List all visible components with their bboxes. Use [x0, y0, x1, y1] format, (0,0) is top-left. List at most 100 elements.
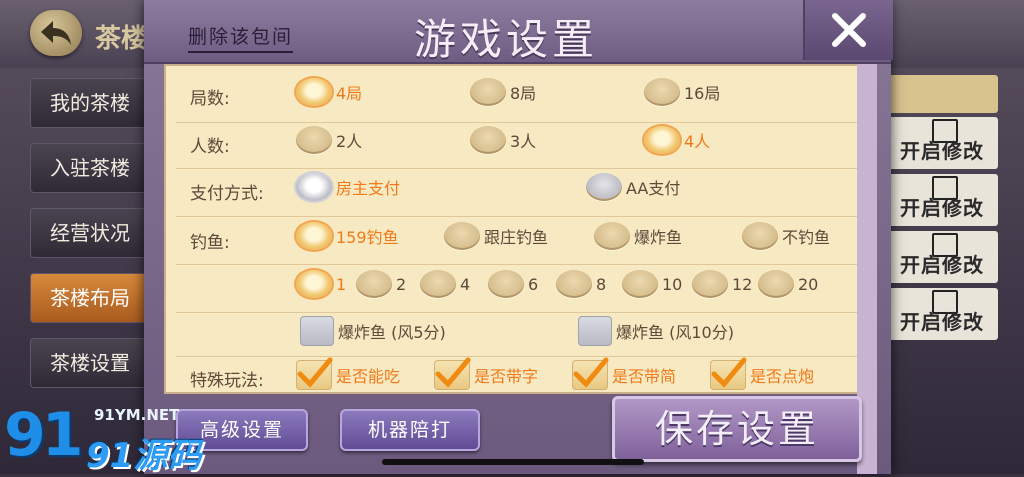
right-panel: 开启修改 开启修改 开启修改 开启修改 — [880, 75, 998, 470]
checkbox-checked-icon — [710, 357, 747, 390]
radio-icon — [556, 270, 592, 298]
radio-icon — [644, 78, 680, 106]
option-label: 12 — [732, 274, 753, 294]
players-option-4[interactable]: 4人 — [644, 126, 710, 154]
rounds-option-4[interactable]: 4局 — [296, 78, 362, 106]
bomb-fish-10-checkbox[interactable]: 爆炸鱼 (风10分) — [578, 316, 734, 346]
divider — [176, 168, 866, 169]
page-title: 茶楼 — [95, 24, 148, 54]
watermark-logo: 91 91YM.NET 91源码 — [0, 400, 210, 476]
radio-icon — [586, 173, 622, 201]
edit-row[interactable]: 开启修改 — [880, 288, 998, 340]
menu-teahouse-layout[interactable]: 茶楼布局 — [30, 273, 152, 323]
radio-icon — [444, 222, 480, 250]
menu-join-teahouse[interactable]: 入驻茶楼 — [30, 143, 152, 193]
home-indicator[interactable] — [382, 459, 644, 465]
special-option-simple[interactable]: 是否带简 — [572, 357, 676, 390]
right-panel-header — [880, 75, 998, 113]
radio-icon — [622, 270, 658, 298]
back-button[interactable] — [30, 10, 82, 56]
edit-label: 开启修改 — [900, 139, 984, 163]
fish-count-option-6[interactable]: 6 — [488, 270, 538, 298]
edit-label: 开启修改 — [900, 253, 984, 277]
fishing-option-follow[interactable]: 跟庄钓鱼 — [444, 222, 548, 250]
special-label: 特殊玩法: — [190, 371, 264, 391]
rounds-label: 局数: — [190, 89, 230, 109]
fish-count-option-8[interactable]: 8 — [556, 270, 606, 298]
radio-icon — [742, 222, 778, 250]
edit-label: 开启修改 — [900, 196, 984, 220]
fish-count-option-12[interactable]: 12 — [692, 270, 752, 298]
radio-icon — [296, 126, 332, 154]
rounds-option-16[interactable]: 16局 — [644, 78, 720, 106]
fishing-option-none[interactable]: 不钓鱼 — [742, 222, 830, 250]
fishing-option-159[interactable]: 159钓鱼 — [296, 222, 399, 250]
option-label: 爆炸鱼 — [634, 228, 683, 247]
option-label: 8局 — [510, 84, 537, 103]
fish-count-option-10[interactable]: 10 — [622, 270, 682, 298]
special-option-gun[interactable]: 是否点炮 — [710, 357, 815, 390]
option-label: 16局 — [684, 84, 721, 103]
radio-icon — [420, 270, 456, 298]
radio-icon — [356, 270, 392, 298]
payment-option-host[interactable]: 房主支付 — [296, 173, 400, 201]
option-label: 是否点炮 — [750, 367, 815, 386]
option-label: 爆炸鱼 (风10分) — [616, 323, 734, 342]
radio-icon — [470, 78, 506, 106]
option-label: 跟庄钓鱼 — [484, 228, 549, 247]
settings-content: 局数: 4局 8局 16局 人数: 2人 3人 4人 支付方式: 房主支付 AA… — [164, 64, 876, 394]
radio-selected-icon — [296, 222, 332, 250]
radio-selected-icon — [296, 270, 332, 298]
bomb-fish-5-checkbox[interactable]: 爆炸鱼 (风5分) — [300, 316, 446, 346]
option-label: 20 — [798, 274, 819, 294]
special-option-char[interactable]: 是否带字 — [434, 357, 538, 390]
special-option-eat[interactable]: 是否能吃 — [296, 357, 401, 390]
watermark-brand: 91源码 — [86, 436, 202, 476]
divider — [176, 356, 866, 357]
option-label: 4局 — [336, 84, 363, 103]
radio-icon — [470, 126, 506, 154]
edit-row[interactable]: 开启修改 — [880, 231, 998, 283]
option-label: 不钓鱼 — [782, 228, 831, 247]
game-settings-dialog: 删除该包间 游戏设置 局数: 4局 8局 16局 人数: 2人 3人 4人 支付… — [144, 0, 893, 474]
option-label: 是否能吃 — [336, 367, 401, 386]
fishing-label: 钓鱼: — [190, 233, 230, 253]
option-label: 3人 — [510, 132, 537, 151]
menu-my-teahouse[interactable]: 我的茶楼 — [30, 78, 152, 128]
menu-business-status[interactable]: 经营状况 — [30, 208, 152, 258]
close-button[interactable] — [803, 0, 893, 60]
fishing-option-bomb[interactable]: 爆炸鱼 — [594, 222, 682, 250]
radio-icon — [488, 270, 524, 298]
checkbox-checked-icon — [296, 357, 333, 390]
delete-room-link[interactable]: 删除该包间 — [188, 22, 294, 53]
players-option-2[interactable]: 2人 — [296, 126, 362, 154]
fish-count-option-20[interactable]: 20 — [758, 270, 818, 298]
option-label: 8 — [596, 274, 607, 294]
checkbox-checked-icon — [572, 357, 609, 390]
option-label: 1 — [336, 274, 347, 294]
fish-count-option-1[interactable]: 1 — [296, 270, 346, 298]
edit-row[interactable]: 开启修改 — [880, 174, 998, 226]
watermark-url: 91YM.NET — [94, 406, 180, 424]
option-label: AA支付 — [626, 179, 681, 198]
menu-teahouse-settings[interactable]: 茶楼设置 — [30, 338, 152, 388]
divider — [176, 264, 866, 265]
rounds-option-8[interactable]: 8局 — [470, 78, 536, 106]
radio-icon — [692, 270, 728, 298]
radio-selected-icon — [296, 78, 332, 106]
save-settings-button[interactable]: 保存设置 — [612, 396, 862, 462]
option-label: 2人 — [336, 132, 363, 151]
players-option-3[interactable]: 3人 — [470, 126, 536, 154]
dialog-header: 删除该包间 游戏设置 — [144, 0, 893, 64]
robot-play-button[interactable]: 机器陪打 — [340, 409, 480, 451]
option-label: 6 — [528, 274, 539, 294]
fish-count-option-4[interactable]: 4 — [420, 270, 470, 298]
radio-selected-icon — [296, 173, 332, 201]
payment-option-aa[interactable]: AA支付 — [586, 173, 680, 201]
edit-row[interactable]: 开启修改 — [880, 117, 998, 169]
option-label: 爆炸鱼 (风5分) — [338, 323, 446, 342]
fish-count-option-2[interactable]: 2 — [356, 270, 406, 298]
payment-label: 支付方式: — [190, 184, 264, 204]
option-label: 159钓鱼 — [336, 228, 399, 247]
radio-selected-icon — [644, 126, 680, 154]
